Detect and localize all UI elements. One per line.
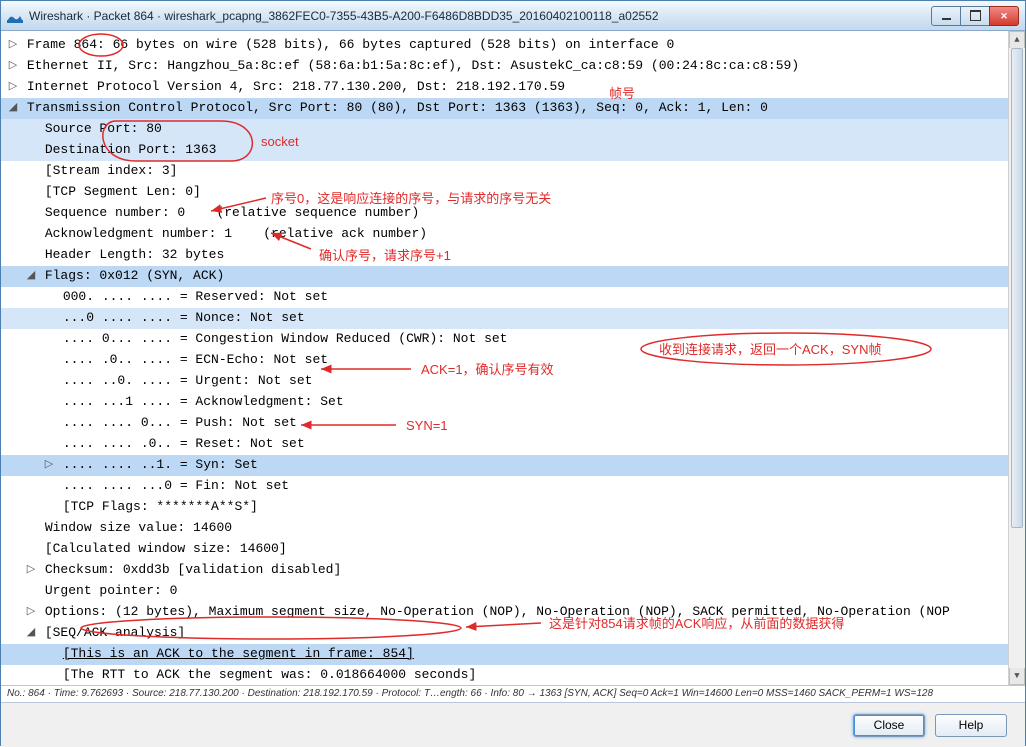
- scroll-thumb[interactable]: [1011, 48, 1023, 528]
- tree-row-tcp[interactable]: ◢ Transmission Control Protocol, Src Por…: [1, 98, 1025, 119]
- tree-row-hdrlen[interactable]: · Header Length: 32 bytes: [1, 245, 1025, 266]
- tree-row-flag-urg[interactable]: · .... ..0. .... = Urgent: Not set: [1, 371, 1025, 392]
- close-button[interactable]: Close: [853, 714, 925, 737]
- tree-row-flag-reserved[interactable]: · 000. .... .... = Reserved: Not set: [1, 287, 1025, 308]
- tree-row-dstport[interactable]: · Destination Port: 1363: [1, 140, 1025, 161]
- help-button[interactable]: Help: [935, 714, 1007, 737]
- tree-row-flag-rst[interactable]: · .... .... .0.. = Reset: Not set: [1, 434, 1025, 455]
- tree-row-ip[interactable]: ▷ Internet Protocol Version 4, Src: 218.…: [1, 77, 1025, 98]
- expand-icon[interactable]: ▷: [25, 603, 37, 622]
- collapse-icon[interactable]: ◢: [7, 99, 19, 118]
- tree-row-flag-psh[interactable]: · .... .... 0... = Push: Not set: [1, 413, 1025, 434]
- expand-icon[interactable]: ▷: [7, 78, 19, 97]
- tree-row-ethernet[interactable]: ▷ Ethernet II, Src: Hangzhou_5a:8c:ef (5…: [1, 56, 1025, 77]
- tree-row-srcport[interactable]: · Source Port: 80: [1, 119, 1025, 140]
- tree-row-tcpflags-str[interactable]: · [TCP Flags: *******A**S*]: [1, 497, 1025, 518]
- tree-row-flag-ack[interactable]: · .... ...1 .... = Acknowledgment: Set: [1, 392, 1025, 413]
- scroll-up-button[interactable]: ▲: [1009, 31, 1025, 48]
- tree-row-seqack[interactable]: ◢ [SEQ/ACK analysis]: [1, 623, 1025, 644]
- wireshark-icon: [7, 8, 23, 24]
- tree-row-ack[interactable]: · Acknowledgment number: 1 (relative ack…: [1, 224, 1025, 245]
- tree-row-rtt[interactable]: · [The RTT to ACK the segment was: 0.018…: [1, 665, 1025, 685]
- vertical-scrollbar[interactable]: ▲ ▼: [1008, 31, 1025, 685]
- window-controls: [932, 6, 1019, 26]
- tree-row-urgp[interactable]: · Urgent pointer: 0: [1, 581, 1025, 602]
- maximize-button[interactable]: [960, 6, 990, 26]
- tree-row-flag-nonce[interactable]: · ...0 .... .... = Nonce: Not set: [1, 308, 1025, 329]
- tree-row-seq[interactable]: · Sequence number: 0 (relative sequence …: [1, 203, 1025, 224]
- tree-row-options[interactable]: ▷ Options: (12 bytes), Maximum segment s…: [1, 602, 1025, 623]
- window-title: Wireshark · Packet 864 · wireshark_pcapn…: [29, 9, 932, 23]
- tree-row-flag-cwr[interactable]: · .... 0... .... = Congestion Window Red…: [1, 329, 1025, 350]
- expand-icon[interactable]: ▷: [25, 561, 37, 580]
- status-bar: No.: 864 · Time: 9.762693 · Source: 218.…: [1, 685, 1025, 703]
- titlebar: Wireshark · Packet 864 · wireshark_pcapn…: [1, 1, 1025, 31]
- expand-icon[interactable]: ▷: [7, 57, 19, 76]
- expand-icon[interactable]: ▷: [43, 456, 55, 475]
- tree-row-frame[interactable]: ▷ Frame 864: 66 bytes on wire (528 bits)…: [1, 35, 1025, 56]
- tree-row-wnd[interactable]: · Window size value: 14600: [1, 518, 1025, 539]
- collapse-icon[interactable]: ◢: [25, 267, 37, 286]
- scroll-down-button[interactable]: ▼: [1009, 668, 1025, 685]
- tree-row-flags[interactable]: ◢ Flags: 0x012 (SYN, ACK): [1, 266, 1025, 287]
- tree-row-stream[interactable]: · [Stream index: 3]: [1, 161, 1025, 182]
- minimize-button[interactable]: [931, 6, 961, 26]
- packet-tree[interactable]: ▷ Frame 864: 66 bytes on wire (528 bits)…: [1, 31, 1025, 685]
- button-bar: Close Help: [1, 703, 1025, 747]
- tree-row-flag-fin[interactable]: · .... .... ...0 = Fin: Not set: [1, 476, 1025, 497]
- tree-row-seglen[interactable]: · [TCP Segment Len: 0]: [1, 182, 1025, 203]
- expand-icon[interactable]: ▷: [7, 36, 19, 55]
- tree-row-cwnd[interactable]: · [Calculated window size: 14600]: [1, 539, 1025, 560]
- collapse-icon[interactable]: ◢: [25, 624, 37, 643]
- close-window-button[interactable]: [989, 6, 1019, 26]
- tree-row-ackto[interactable]: · [This is an ACK to the segment in fram…: [1, 644, 1025, 665]
- tree-row-checksum[interactable]: ▷ Checksum: 0xdd3b [validation disabled]: [1, 560, 1025, 581]
- tree-row-flag-ecn[interactable]: · .... .0.. .... = ECN-Echo: Not set: [1, 350, 1025, 371]
- status-text: No.: 864 · Time: 9.762693 · Source: 218.…: [7, 688, 933, 699]
- tree-row-flag-syn[interactable]: ▷ .... .... ..1. = Syn: Set: [1, 455, 1025, 476]
